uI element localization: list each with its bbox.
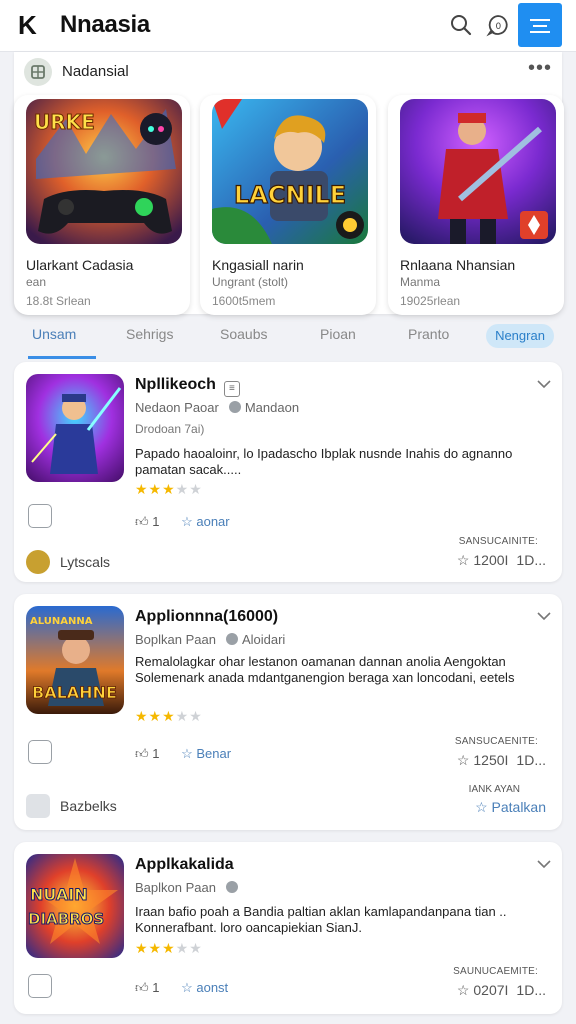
- star-outline-icon: ☆: [475, 799, 488, 815]
- card-meta: 1600t5mem: [212, 294, 276, 308]
- app-thumbnail: [26, 374, 124, 482]
- category-icon: [228, 401, 241, 413]
- svg-text:ALUNANNA: ALUNANNA: [30, 616, 93, 627]
- top-bar: K Nnaasia 0: [0, 0, 576, 52]
- more-options-icon[interactable]: •••: [528, 57, 552, 80]
- card-subtitle: Ungrant (stolt): [212, 275, 289, 289]
- stat-label: SAUNUCAEMITE:: [453, 966, 538, 977]
- card-meta: 19025rlean: [400, 294, 461, 308]
- app-description: Papado haoaloinr, lo Ipadascho Ibplak nu…: [135, 446, 513, 477]
- thumbs-up-icon[interactable]: 👍︎: [135, 746, 149, 761]
- card-title: Rnlaana Nhansian: [400, 257, 516, 273]
- back-button[interactable]: K: [18, 10, 37, 41]
- tab-nengran[interactable]: Nengran: [486, 324, 554, 348]
- game-cover-image: URKE: [26, 99, 182, 244]
- page-title: Nnaasia: [60, 11, 150, 38]
- star-outline-icon[interactable]: ☆: [457, 752, 470, 768]
- featured-card[interactable]: URKE Ularkant Cadasia ean 18.8t Srlean: [14, 95, 190, 315]
- stat-value: ☆ 1200I 1D...: [456, 552, 546, 568]
- star-outline-icon[interactable]: ☆: [457, 552, 470, 568]
- stat-label: SANSUCAINITE:: [458, 536, 538, 547]
- app-description: Iraan bafio poah a Bandia paltian aklan …: [135, 904, 507, 935]
- document-icon[interactable]: [28, 974, 52, 998]
- app-listing-card[interactable]: ALUNANNA BALAHNE Applionnna(16000) Boplk…: [14, 594, 562, 830]
- category-icon: [225, 881, 238, 893]
- card-title: Ularkant Cadasia: [26, 257, 134, 273]
- thumbs-up-icon[interactable]: 👍︎: [135, 980, 149, 995]
- share-button[interactable]: ☆ aonst: [181, 980, 228, 995]
- svg-text:LACNILE: LACNILE: [234, 181, 346, 209]
- app-description: Remalolagkar ohar lestanon oamanan danna…: [135, 654, 515, 685]
- tag-icon: [26, 794, 50, 818]
- app-thumbnail: NUAIN DIABROS: [26, 854, 124, 958]
- star-outline-icon[interactable]: ☆: [457, 982, 470, 998]
- app-name: Npllikeoch ≡: [135, 376, 240, 397]
- category-tabs: Unsam Sehrigs Soaubs Pioan Pranto Nengra…: [14, 320, 562, 360]
- game-cover-image: LACNILE: [212, 99, 368, 244]
- featured-card[interactable]: LACNILE Kngasiall narin Ungrant (stolt) …: [200, 95, 376, 315]
- app-listing-card[interactable]: Npllikeoch ≡ Nedaon Paoar Mandaon Drodoan …: [14, 362, 562, 582]
- app-publisher: Boplkan Paan Aloidari: [135, 632, 286, 647]
- rating-stars: ★★★★★: [135, 481, 203, 497]
- svg-text:BALAHNE: BALAHNE: [32, 683, 117, 702]
- card-meta: 18.8t Srlean: [26, 294, 91, 308]
- svg-text:NUAIN: NUAIN: [30, 885, 88, 904]
- share-button[interactable]: ☆ aonar: [181, 514, 230, 529]
- section-title: Nadansial: [62, 63, 129, 80]
- game-cover-image: [400, 99, 556, 244]
- like-row: 👍︎ 1 ☆ aonar: [135, 514, 230, 529]
- document-icon[interactable]: [28, 740, 52, 764]
- svg-text:0: 0: [496, 22, 502, 32]
- app-listing-card[interactable]: NUAIN DIABROS Applkakalida Baplkon Paan …: [14, 842, 562, 1014]
- chevron-down-icon[interactable]: [536, 608, 552, 624]
- like-row: 👍︎ 1 ☆ Benar: [135, 746, 232, 761]
- card-subtitle: ean: [26, 275, 47, 289]
- featured-section: Nadansial ••• URKE Ularkant Cadasia ean …: [14, 52, 564, 315]
- stat-label: SANSUCAENITE:: [454, 736, 538, 747]
- active-tab-indicator: [28, 356, 96, 359]
- app-tag[interactable]: Bazbelks: [26, 794, 117, 818]
- menu-button[interactable]: [518, 3, 562, 47]
- stat-value: ☆ 0207I 1D...: [456, 982, 546, 998]
- featured-card[interactable]: Rnlaana Nhansian Manma 19025rlean: [388, 95, 564, 315]
- avatar: [26, 550, 50, 574]
- tab-pranto[interactable]: Pranto: [408, 326, 449, 342]
- card-subtitle: Manma: [400, 275, 441, 289]
- search-icon[interactable]: [448, 12, 474, 38]
- tab-sehrigs[interactable]: Sehrigs: [126, 326, 173, 342]
- rating-stars: ★★★★★: [135, 708, 203, 724]
- svg-text:DIABROS: DIABROS: [28, 910, 104, 928]
- stat-value: ☆ 1250I 1D...: [456, 752, 546, 768]
- app-tag[interactable]: Lytscals: [26, 550, 110, 574]
- chat-icon[interactable]: 0: [485, 12, 511, 38]
- app-name: Applkakalida: [135, 856, 234, 873]
- verified-badge-icon: ≡: [223, 381, 240, 397]
- tab-soaubs[interactable]: Soaubs: [220, 326, 267, 342]
- app-name: Applionnna(16000): [135, 608, 279, 625]
- chevron-down-icon[interactable]: [536, 376, 552, 392]
- extra-action-button[interactable]: ☆ Patalkan: [475, 799, 546, 816]
- app-publisher: Nedaon Paoar Mandaon: [135, 400, 300, 415]
- chevron-down-icon[interactable]: [536, 856, 552, 872]
- tab-pioan[interactable]: Pioan: [320, 326, 356, 342]
- share-button[interactable]: ☆ Benar: [181, 746, 231, 761]
- app-meta: Drodoan 7ai): [135, 422, 205, 436]
- category-icon: [225, 633, 238, 645]
- extra-label: IANK AYAN: [468, 784, 520, 795]
- like-row: 👍︎ 1 ☆ aonst: [135, 980, 229, 995]
- thumbs-up-icon[interactable]: 👍︎: [135, 514, 149, 529]
- svg-text:URKE: URKE: [34, 110, 95, 134]
- tab-unsam[interactable]: Unsam: [32, 326, 76, 342]
- app-thumbnail: ALUNANNA BALAHNE: [26, 606, 124, 714]
- rating-stars: ★★★★★: [135, 940, 203, 956]
- document-icon[interactable]: [28, 504, 52, 528]
- card-title: Kngasiall narin: [212, 257, 304, 273]
- app-publisher: Baplkon Paan: [135, 880, 242, 895]
- section-icon: [24, 58, 52, 86]
